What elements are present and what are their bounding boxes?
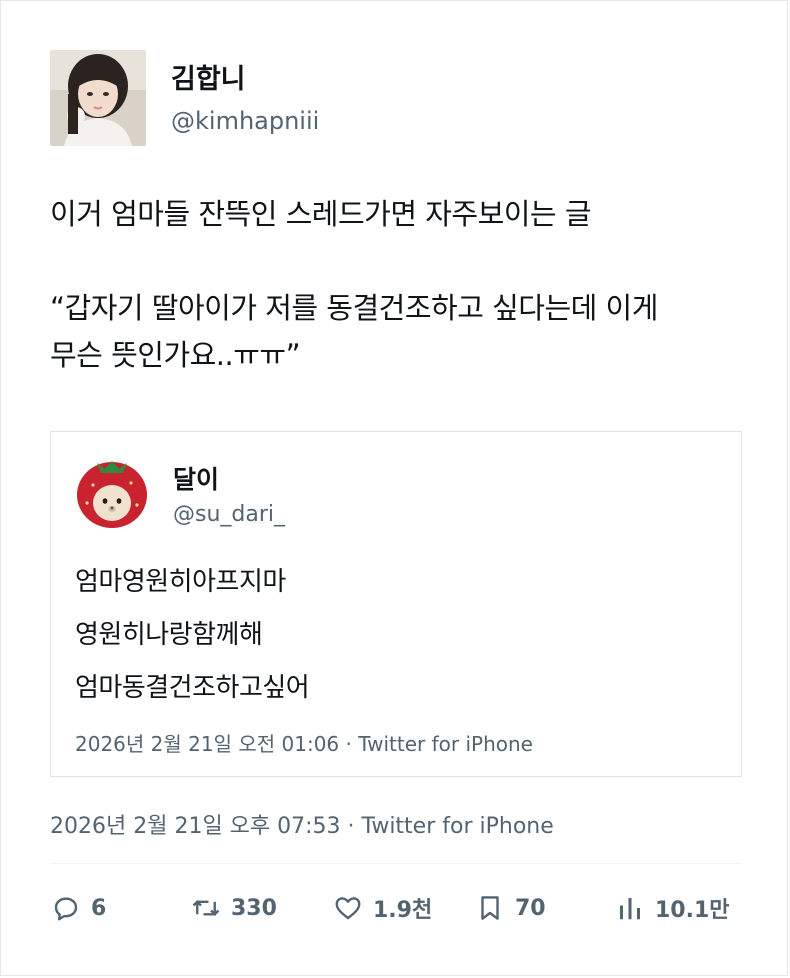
- quoted-tweet-text: 엄마영원히아프지마 영원히나랑함께해 엄마동결건조하고싶어: [75, 556, 715, 715]
- quoted-text-line: 엄마동결건조하고싶어: [75, 673, 310, 703]
- strawberry-hood-avatar: [75, 455, 149, 529]
- quoted-text-line: 영원히나랑함께해: [75, 620, 263, 650]
- divider: [50, 863, 742, 864]
- views-button[interactable]: 10.1만: [615, 883, 730, 933]
- retweet-arrows-icon: [192, 900, 220, 916]
- tweet-text-line: 이거 엄마들 잔뜩인 스레드가면 자주보이는 글: [50, 197, 592, 231]
- tweet-text-line: 무슨 뜻인가요..ㅠㅠ”: [50, 338, 301, 372]
- quoted-text-line: 엄마영원히아프지마: [75, 567, 286, 597]
- bar-chart-icon: [620, 898, 640, 920]
- like-count: 1.9천: [373, 898, 433, 923]
- retweet-count: 330: [231, 895, 277, 921]
- view-count: 10.1만: [655, 898, 730, 923]
- tweet-text-line: “갑자기 딸아이가 저를 동결건조하고 싶다는데 이게: [50, 291, 658, 325]
- reply-count: 6: [91, 895, 107, 921]
- reply-button[interactable]: 6: [51, 883, 106, 933]
- author-avatar[interactable]: [50, 50, 146, 146]
- like-button[interactable]: 1.9천: [333, 883, 432, 933]
- author-handle[interactable]: @kimhapniii: [171, 107, 319, 135]
- retweet-button[interactable]: 330: [191, 883, 277, 933]
- quoted-author-name[interactable]: 달이: [173, 460, 219, 496]
- tweet-text: 이거 엄마들 잔뜩인 스레드가면 자주보이는 글 “갑자기 딸아이가 저를 동결…: [50, 191, 750, 379]
- author-name[interactable]: 김합니: [171, 57, 246, 96]
- action-bar: 6 330 1.9천 70 10.1만: [1, 883, 790, 933]
- quoted-author-handle[interactable]: @su_dari_: [173, 502, 285, 527]
- quoted-author-avatar[interactable]: [75, 455, 149, 529]
- author-photo: [50, 50, 146, 146]
- quoted-tweet[interactable]: 달이 @su_dari_ 엄마영원히아프지마 영원히나랑함께해 엄마동결건조하고…: [50, 431, 742, 777]
- tweet-timestamp[interactable]: 2026년 2월 21일 오후 07:53 · Twitter for iPho…: [50, 808, 554, 840]
- bookmark-button[interactable]: 70: [475, 883, 546, 933]
- speech-bubble-icon: [54, 897, 78, 921]
- bookmark-count: 70: [515, 895, 546, 921]
- bookmark-icon: [481, 896, 499, 920]
- tweet-card: 김합니 @kimhapniii 이거 엄마들 잔뜩인 스레드가면 자주보이는 글…: [0, 0, 788, 976]
- heart-icon: [335, 897, 361, 920]
- quoted-timestamp[interactable]: 2026년 2월 21일 오전 01:06 · Twitter for iPho…: [75, 728, 533, 757]
